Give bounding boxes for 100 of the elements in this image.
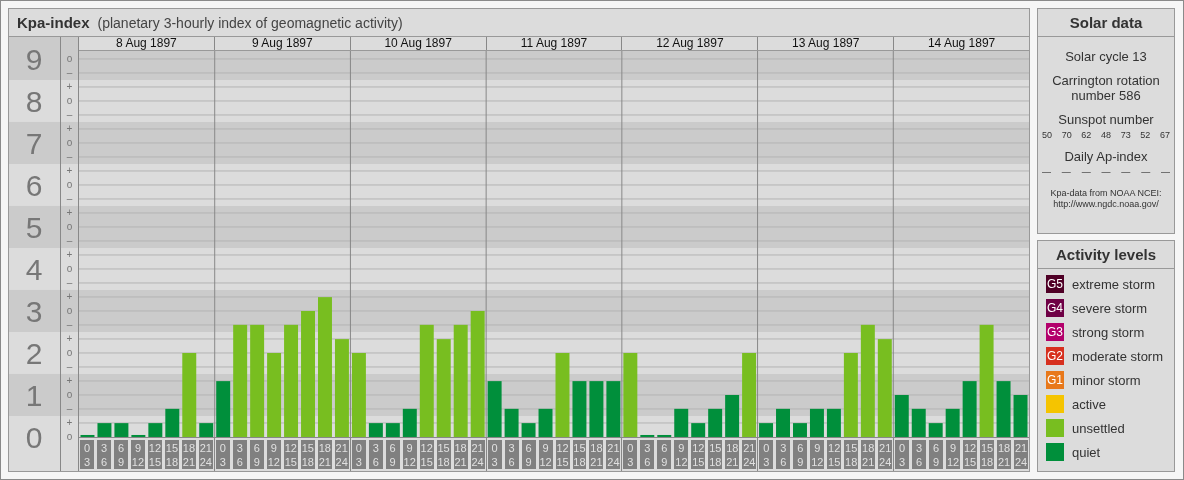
source-note: Kpa-data from NOAA NCEI: http://www.ngdc.noaa.gov/	[1049, 188, 1163, 210]
minor-tick-label: +	[66, 291, 73, 303]
x-tick-label: 3 6	[916, 440, 923, 469]
minor-tick-label: +	[66, 165, 73, 177]
x-tick-label: 6 9	[253, 440, 260, 469]
y-axis-label: 1	[25, 379, 43, 412]
time-label: 3 6	[97, 440, 111, 469]
minor-tick-label: +	[66, 123, 73, 135]
level-label: active	[1072, 396, 1106, 412]
time-label: 15 18	[708, 440, 723, 469]
time-label: 21 24	[606, 440, 621, 469]
sunspot-value: 50	[1042, 130, 1052, 140]
minor-tick-label: o	[66, 347, 73, 359]
sunspot-value: 70	[1061, 130, 1072, 140]
y-axis-label: 2	[25, 337, 43, 370]
time-label: 3 6	[640, 440, 655, 469]
x-tick-label: 6 9	[661, 440, 668, 469]
panel-title: Solar data	[1038, 9, 1174, 37]
level-label: severe storm	[1072, 300, 1148, 316]
date-label: 11 Aug 1897	[485, 37, 622, 50]
time-label: 21 24	[334, 440, 349, 469]
x-tick-label: 0 3	[763, 440, 770, 469]
level-label: extreme storm	[1072, 276, 1156, 292]
minor-tick-label: o	[66, 53, 73, 65]
level-label: quiet	[1072, 444, 1101, 460]
minor-tick-label: o	[66, 95, 73, 107]
minor-tick-label: –	[66, 361, 73, 373]
y-axis-label: 4	[25, 253, 43, 286]
y-axis-label: 9	[25, 43, 43, 76]
date-label: 13 Aug 1897	[757, 37, 894, 50]
minor-tick-label: +	[66, 81, 73, 93]
level-swatch: G2	[1046, 347, 1064, 365]
ap-index-value: —	[1042, 167, 1051, 177]
y-axis-label: 6	[25, 169, 43, 202]
time-label: 9 12	[130, 440, 145, 469]
time-label: 6 9	[793, 440, 808, 469]
time-label: 15 18	[300, 440, 315, 469]
time-label: 0 3	[80, 440, 94, 469]
date-label: 9 Aug 1897	[213, 37, 350, 50]
time-label: 6 9	[657, 440, 672, 469]
minor-tick-label: +	[66, 249, 73, 261]
time-label: 18 21	[725, 440, 740, 469]
time-label: 3 6	[368, 440, 383, 469]
time-label: 3 6	[912, 440, 927, 469]
ap-index-value: —	[1101, 167, 1111, 177]
solar-cycle-text: Solar cycle 13	[1065, 49, 1147, 64]
x-tick-label: 0 3	[355, 440, 362, 469]
time-label: 0 3	[487, 440, 502, 469]
minor-tick-label: –	[66, 151, 73, 163]
time-label: 18 21	[181, 440, 196, 469]
x-tick-label: 0 3	[627, 440, 634, 469]
time-label: 18 21	[317, 440, 332, 469]
minor-tick-label: o	[66, 179, 73, 191]
minor-tick-label: –	[66, 277, 73, 289]
level-swatch: G1	[1046, 371, 1064, 389]
date-label: 8 Aug 1897	[115, 37, 178, 50]
time-label: 15 18	[572, 440, 587, 469]
time-label: 12 15	[147, 440, 162, 469]
minor-tick-label: o	[66, 221, 73, 233]
x-tick-label: 0 3	[219, 440, 226, 469]
ap-index-value: —	[1160, 167, 1170, 177]
minor-tick-label: –	[66, 109, 73, 121]
time-label: 6 9	[113, 440, 128, 469]
ap-index-value: —	[1081, 167, 1091, 177]
x-tick-label: 0 3	[491, 440, 498, 469]
ap-index-value: —	[1141, 167, 1151, 177]
minor-tick-label: o	[66, 263, 73, 275]
minor-tick-label: –	[66, 193, 73, 205]
x-tick-label: 3 6	[644, 440, 651, 469]
x-tick-label: 3 6	[508, 440, 515, 469]
minor-tick-label: o	[66, 431, 73, 443]
x-tick-label: 6 9	[389, 440, 396, 469]
panel-subtitle: (planetary 3-hourly index of geomagnetic activity)	[97, 14, 403, 31]
time-label: 9 12	[810, 440, 825, 469]
y-axis-label: 7	[25, 127, 43, 160]
minor-tick-label: +	[66, 207, 73, 219]
time-label: 21 24	[470, 440, 485, 469]
ap-index-label: Daily Ap-index	[1064, 149, 1148, 164]
minor-tick-label: +	[66, 417, 73, 429]
time-label: 15 18	[164, 440, 179, 469]
time-label: 21 24	[878, 440, 893, 469]
y-axis-label: 0	[25, 421, 43, 454]
level-swatch: G5	[1046, 275, 1064, 293]
time-label: 21 24	[742, 440, 757, 469]
sunspot-value: 62	[1081, 130, 1092, 140]
time-label: 12 15	[555, 440, 570, 469]
time-label: 6 9	[521, 440, 536, 469]
sunspot-value: 48	[1100, 130, 1111, 140]
x-tick-label: 6 9	[117, 440, 125, 469]
time-label: 21 24	[198, 440, 213, 469]
time-label: 0 3	[623, 440, 638, 469]
time-label: 6 9	[249, 440, 264, 469]
level-label: minor storm	[1072, 372, 1141, 388]
time-label: 9 12	[402, 440, 417, 469]
time-label: 18 21	[861, 440, 876, 469]
minor-tick-label: +	[66, 375, 73, 387]
minor-tick-label: o	[66, 389, 73, 401]
time-label: 9 12	[946, 440, 961, 469]
time-label: 12 15	[827, 440, 842, 469]
carrington-text: Carrington rotation number 586	[1051, 73, 1161, 103]
